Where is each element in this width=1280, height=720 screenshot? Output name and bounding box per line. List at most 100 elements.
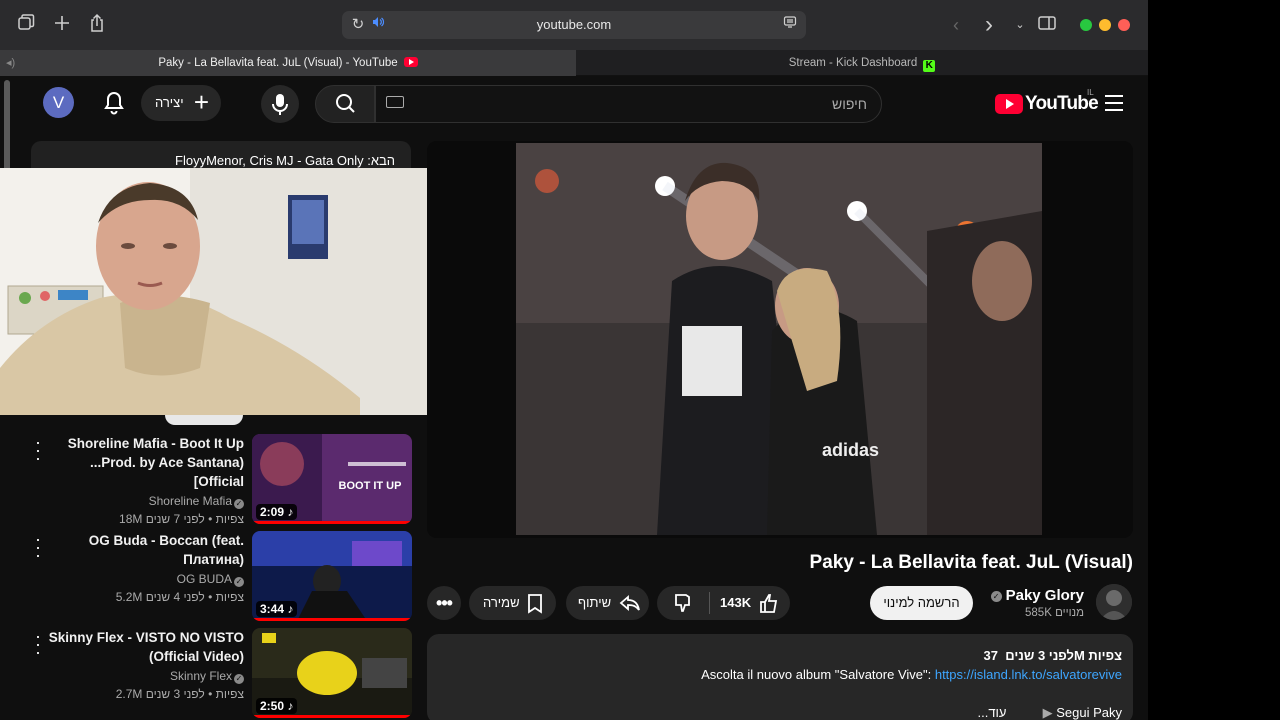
save-label: שמירה [483,595,520,610]
voice-search-button[interactable] [261,85,299,123]
channel-name[interactable]: Skinny Flex [170,669,232,683]
video-title[interactable]: Shoreline Mafia - Boot It Up [44,434,244,453]
upload-age: לפני 3 שנים [145,687,205,701]
avatar[interactable]: V [43,87,74,118]
thumb-text: BOOT IT UP [339,480,402,492]
search-button[interactable] [315,85,375,123]
browser-toolbar: ↻ youtube.com ‹ › ⌄ [0,0,1148,50]
verified-icon: ✓ [234,577,244,587]
channel-name[interactable]: OG BUDA [177,572,232,586]
show-more-link[interactable]: ...עוד [977,705,1006,720]
tab-overview-icon[interactable] [14,13,38,37]
svg-text:adidas: adidas [822,440,879,460]
description-stats: לפני 3 שנים 37M צפיות [983,648,1122,663]
video-player[interactable]: adidas [427,141,1133,538]
watch-progress-bar [252,521,412,524]
sidebar-toggle-icon[interactable] [1035,13,1059,37]
back-icon[interactable]: ‹ [944,13,968,37]
share-button[interactable]: שיתוף [566,586,649,620]
video-title[interactable]: Skinny Flex - VISTO NO VISTO [44,628,244,647]
dislike-button[interactable] [672,586,696,633]
video-title-line2[interactable]: Платина) [44,550,244,569]
video-thumbnail[interactable]: 3:44 ♪ [252,531,412,621]
duration-badge: 2:50 ♪ [256,698,298,714]
kick-favicon-icon: K [923,60,936,72]
video-title: Paky - La Bellavita feat. JuL (Visual) [809,552,1133,573]
webcam-overlay [0,168,440,415]
list-item[interactable]: · · · Skinny Flex - VISTO NO VISTO (Offici… [20,627,412,718]
watch-progress-bar [252,618,412,621]
more-actions-button[interactable]: ••• [427,586,461,620]
youtube-logo[interactable]: YouTube IL [995,88,1099,115]
watch-progress-bar [252,715,412,718]
more-options-icon[interactable]: · · · [34,433,42,467]
save-button[interactable]: שמירה [469,586,556,620]
tab-bar: ◂) Paky - La Bellavita feat. JuL (Visual… [0,50,1148,76]
upload-age: לפני 4 שנים [145,590,205,604]
description-text: Ascolta il nuovo album "Salvatore Vive":… [701,667,1122,682]
menu-icon[interactable] [1105,95,1123,111]
share-label: שיתוף [578,595,612,610]
bookmark-icon [525,586,545,633]
chevron-down-icon[interactable]: ⌄ [1008,13,1032,37]
speaker-icon[interactable]: ◂) [6,50,15,76]
desktop-background [1148,0,1280,720]
verified-icon: ✓ [990,591,1002,602]
ellipsis-icon: ••• [436,593,453,613]
channel-name[interactable]: ✓ Paky Glory [990,587,1084,604]
list-item[interactable]: · · · Shoreline Mafia - Boot It Up ...Prod… [20,433,412,526]
list-item[interactable]: · · · OG Buda - Boccan (feat. Платина) OG … [20,530,412,621]
reader-icon[interactable] [780,13,800,37]
like-count[interactable]: 143K [720,586,751,620]
duration-badge: 3:44 ♪ [256,601,298,617]
verified-icon: ✓ [234,499,244,509]
tab-kick[interactable]: Stream - Kick Dashboard K [576,50,1148,76]
address-bar[interactable]: ↻ youtube.com [342,11,806,39]
thumbs-down-icon [675,594,690,612]
subscriber-count: 585K מנויים [1025,607,1084,619]
notifications-bell-icon[interactable] [100,89,128,117]
thumbs-up-icon [760,594,778,613]
tab-label: Stream - Kick Dashboard [788,57,918,69]
share-arrow-icon [618,586,642,633]
up-next-text: הבא: FloyyMenor, Cris MJ - Gata Only [175,153,395,168]
close-button[interactable] [1118,19,1130,31]
video-title-line2[interactable]: (Official Video) [44,647,244,666]
like-dislike-group: 143K [657,586,790,620]
microphone-icon [272,94,288,115]
create-label: יצירה [155,95,184,110]
keyboard-icon[interactable] [386,96,404,108]
like-button[interactable] [757,586,781,633]
create-button[interactable]: יצירה + [141,85,221,121]
share-icon[interactable] [85,13,109,37]
minimize-button[interactable] [1099,19,1111,31]
logo-region: IL [1087,88,1094,97]
forward-icon[interactable]: › [977,13,1001,37]
subscribe-button[interactable]: הרשמה למינוי [870,586,973,620]
channel-name[interactable]: Shoreline Mafia [149,494,232,508]
description-line3: ...עוד ▶ Segui Paky [977,705,1122,720]
browser-window: ↻ youtube.com ‹ › ⌄ ◂) Paky - La Bellavi… [0,0,1148,720]
plus-icon: + [193,87,209,117]
more-options-icon[interactable]: · · · [34,627,42,661]
new-tab-icon[interactable] [50,13,74,37]
video-thumbnail[interactable]: BOOT IT UP 2:09 ♪ [252,434,412,524]
tab-label: Paky - La Bellavita feat. JuL (Visual) -… [158,57,398,69]
video-title[interactable]: OG Buda - Boccan (feat. [44,531,244,550]
video-thumbnail[interactable]: 2:50 ♪ [252,628,412,718]
youtube-favicon-icon [403,57,418,67]
maximize-button[interactable] [1080,19,1092,31]
tab-youtube[interactable]: ◂) Paky - La Bellavita feat. JuL (Visual… [0,50,576,76]
album-link[interactable]: https://island.lnk.to/salvatorevive [935,667,1122,682]
upload-age: לפני 7 שנים [145,512,205,526]
youtube-play-icon [995,94,1023,114]
url-text[interactable]: youtube.com [342,11,806,39]
channel-avatar[interactable] [1096,584,1132,620]
video-title-line2[interactable]: ...Prod. by Ace Santana) [Official [44,453,244,491]
youtube-header: V יצירה + חיפוש YouTube IL [0,77,1148,133]
more-options-icon[interactable]: · · · [34,530,42,564]
verified-icon: ✓ [234,674,244,684]
description-box[interactable]: לפני 3 שנים 37M צפיות Ascolta il nuovo a… [427,634,1133,720]
search-input[interactable]: חיפוש [375,85,882,123]
search-icon [336,94,355,113]
